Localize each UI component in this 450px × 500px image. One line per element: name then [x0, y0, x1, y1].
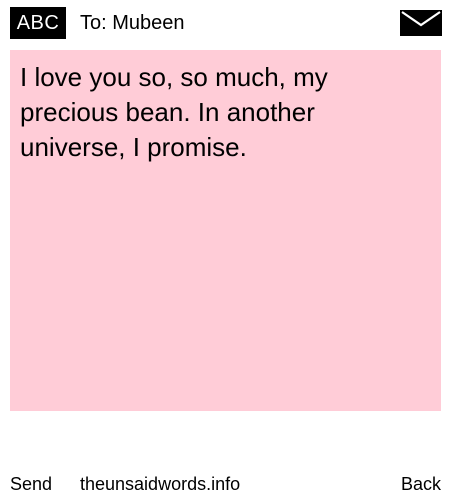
- softkey-bar: Send theunsaidwords.info Back: [0, 468, 450, 500]
- message-body[interactable]: I love you so, so much, my precious bean…: [10, 50, 441, 411]
- site-link[interactable]: theunsaidwords.info: [80, 468, 240, 500]
- message-header: ABC To: Mubeen: [0, 0, 450, 44]
- send-button[interactable]: Send: [10, 468, 52, 500]
- recipient-label: To: Mubeen: [80, 12, 185, 34]
- envelope-icon[interactable]: [400, 10, 442, 36]
- input-mode-badge[interactable]: ABC: [10, 7, 66, 39]
- message-text: I love you so, so much, my precious bean…: [20, 62, 328, 162]
- back-button[interactable]: Back: [401, 468, 441, 500]
